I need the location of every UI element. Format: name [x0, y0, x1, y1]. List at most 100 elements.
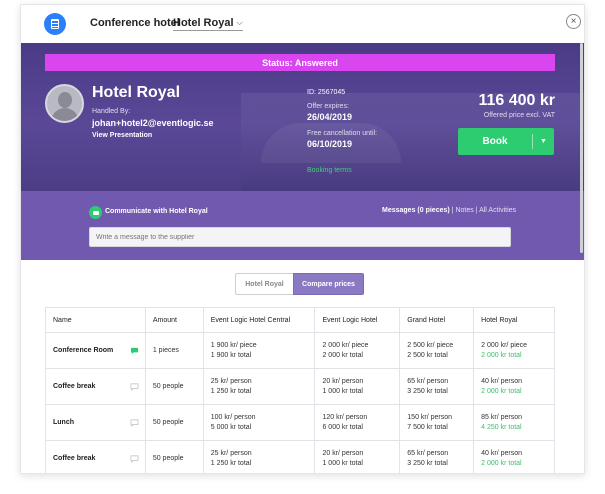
total-price: 2 000 kr total [481, 351, 522, 359]
comment-icon[interactable] [130, 455, 139, 463]
table-header-row: Name Amount Event Logic Hotel Central Ev… [45, 307, 555, 333]
row-name: Conference Room [53, 346, 114, 354]
offered-price-note: Offered price excl. VAT [483, 112, 555, 119]
hotel-building-icon [44, 13, 66, 35]
free-cancellation-label: Free cancellation until: [307, 130, 378, 137]
price-comparison-table: Name Amount Event Logic Hotel Central Ev… [45, 307, 555, 473]
unit-price: 20 kr/ person [322, 377, 364, 385]
unit-price: 25 kr/ person [210, 377, 252, 385]
total-price: 1 000 kr total [322, 459, 363, 467]
total-price: 3 250 kr total [407, 459, 448, 467]
unit-price: 2 000 kr/ piece [322, 341, 369, 349]
comment-filled-icon[interactable] [130, 347, 139, 355]
offer-id: ID: 2567045 [307, 89, 345, 96]
close-icon: × [570, 15, 577, 27]
unit-price: 65 kr/ person [407, 377, 449, 385]
chevron-down-icon: ⌵ [236, 18, 243, 27]
row-name-cell: Coffee break [45, 368, 146, 405]
caret-down-icon[interactable]: ▼ [533, 138, 554, 145]
separator: | [475, 207, 478, 214]
row-amount: 50 people [144, 368, 204, 405]
unit-price: 65 kr/ person [407, 449, 449, 457]
total-price: 4 250 kr total [481, 423, 522, 431]
price-cell: 150 kr/ person 7 500 kr total [399, 404, 475, 441]
booking-terms-link[interactable]: Booking terms [307, 167, 352, 174]
row-amount: 50 people [144, 404, 204, 441]
column-header: Event Logic Hotel [314, 307, 401, 333]
price-cell: 40 kr/ person 2 000 kr total [473, 440, 555, 473]
offer-hero: Status: Answered Hotel Royal Handled By:… [21, 43, 584, 191]
table-row: Conference Room 1 pieces 1 900 kr/ piece… [45, 332, 555, 369]
tab-hotel-royal[interactable]: Hotel Royal [235, 273, 293, 295]
chat-icon [89, 206, 102, 219]
total-price: 2 000 kr total [481, 387, 522, 395]
communication-tabs: Messages (0 pieces) | Notes | All Activi… [382, 207, 516, 214]
hotel-select-value: Hotel Royal [173, 17, 234, 29]
price-cell: 85 kr/ person 4 250 kr total [473, 404, 555, 441]
row-name: Lunch [53, 418, 74, 426]
price-cell: 1 900 kr/ piece 1 900 kr total [202, 332, 316, 369]
total-price: 1 000 kr total [322, 387, 363, 395]
hotel-offer-modal: Conference hotel Hotel Royal ⌵ × Status:… [20, 4, 585, 474]
comment-icon[interactable] [130, 383, 139, 391]
modal-header: Conference hotel Hotel Royal ⌵ × [21, 5, 584, 43]
handled-by-label: Handled By: [92, 108, 131, 115]
scrollbar[interactable] [580, 43, 583, 253]
messages-link[interactable]: Messages (0 pieces) [382, 207, 450, 214]
book-button-label: Book [482, 136, 508, 147]
unit-price: 100 kr/ person [210, 413, 256, 421]
communicate-title: Communicate with Hotel Royal [105, 208, 208, 215]
column-header: Name [45, 307, 146, 333]
price-cell: 25 kr/ person 1 250 kr total [202, 368, 316, 405]
separator: | [451, 207, 454, 214]
table-row: Coffee break 50 people 25 kr/ person 1 25… [45, 440, 555, 473]
offer-expires-label: Offer expires: [307, 103, 349, 110]
notes-link[interactable]: Notes [455, 207, 473, 214]
view-presentation-link[interactable]: View Presentation [92, 132, 152, 139]
total-price: 7 500 kr total [407, 423, 448, 431]
offer-id-label: ID: [307, 89, 316, 96]
column-header: Grand Hotel [399, 307, 475, 333]
unit-price: 2 000 kr/ piece [481, 341, 528, 349]
price-cell: 25 kr/ person 1 250 kr total [202, 440, 316, 473]
unit-price: 120 kr/ person [322, 413, 368, 421]
free-cancellation-value: 06/10/2019 [307, 139, 353, 149]
price-cell: 2 500 kr/ piece 2 500 kr total [399, 332, 475, 369]
price-cell: 20 kr/ person 1 000 kr total [314, 440, 401, 473]
price-cell: 65 kr/ person 3 250 kr total [399, 440, 475, 473]
unit-price: 20 kr/ person [322, 449, 364, 457]
book-button[interactable]: Book ▼ [458, 128, 554, 155]
total-price: 2 500 kr total [407, 351, 448, 359]
unit-price: 2 500 kr/ piece [407, 341, 454, 349]
offered-price: 116 400 kr [478, 92, 555, 109]
unit-price: 40 kr/ person [481, 377, 522, 385]
row-name: Coffee break [53, 454, 96, 462]
total-price: 6 000 kr total [322, 423, 363, 431]
hotel-select[interactable]: Hotel Royal ⌵ [173, 17, 243, 31]
hotel-name: Hotel Royal [92, 84, 181, 101]
row-name: Coffee break [53, 382, 96, 390]
status-badge: Status: Answered [45, 54, 555, 71]
table-row: Lunch 50 people 100 kr/ person 5 000 kr t… [45, 404, 555, 441]
view-toggle: Hotel Royal Compare prices [235, 273, 364, 295]
comment-icon[interactable] [130, 419, 139, 427]
total-price: 1 900 kr total [210, 351, 252, 359]
total-price: 2 000 kr total [481, 459, 522, 467]
handled-by-email: johan+hotel2@eventlogic.se [92, 118, 214, 128]
offer-expires-value: 26/04/2019 [307, 112, 353, 122]
price-cell: 2 000 kr/ piece 2 000 kr total [314, 332, 401, 369]
offer-id-value: 2567045 [317, 89, 346, 96]
message-input[interactable] [89, 227, 511, 247]
unit-price: 1 900 kr/ piece [210, 341, 257, 349]
close-button[interactable]: × [566, 14, 581, 29]
page-title: Conference hotel [90, 17, 180, 29]
price-cell: 20 kr/ person 1 000 kr total [314, 368, 401, 405]
unit-price: 40 kr/ person [481, 449, 522, 457]
all-activities-link[interactable]: All Activities [479, 207, 516, 214]
tab-compare-prices[interactable]: Compare prices [293, 273, 364, 295]
total-price: 1 250 kr total [210, 387, 252, 395]
unit-price: 25 kr/ person [210, 449, 252, 457]
column-header: Event Logic Hotel Central [202, 307, 316, 333]
total-price: 5 000 kr total [210, 423, 252, 431]
unit-price: 150 kr/ person [407, 413, 453, 421]
